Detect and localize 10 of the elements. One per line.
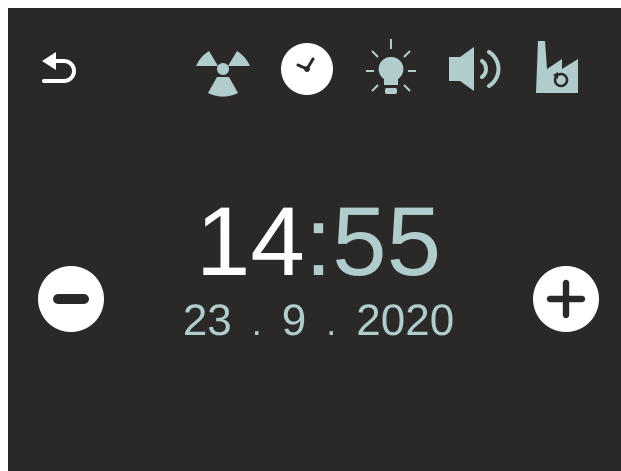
time-separator: : [304, 192, 332, 290]
minus-icon [53, 294, 89, 304]
date-value[interactable]: 2020 [356, 296, 454, 346]
hours-value[interactable]: 14 [196, 192, 305, 290]
date-value[interactable]: 9 [282, 296, 306, 346]
date-separator: . [252, 302, 262, 344]
date-value[interactable]: 23 [182, 296, 232, 346]
plus-icon [546, 279, 586, 319]
date-separator: . [326, 302, 336, 344]
minutes-value[interactable]: 55 [332, 192, 442, 290]
